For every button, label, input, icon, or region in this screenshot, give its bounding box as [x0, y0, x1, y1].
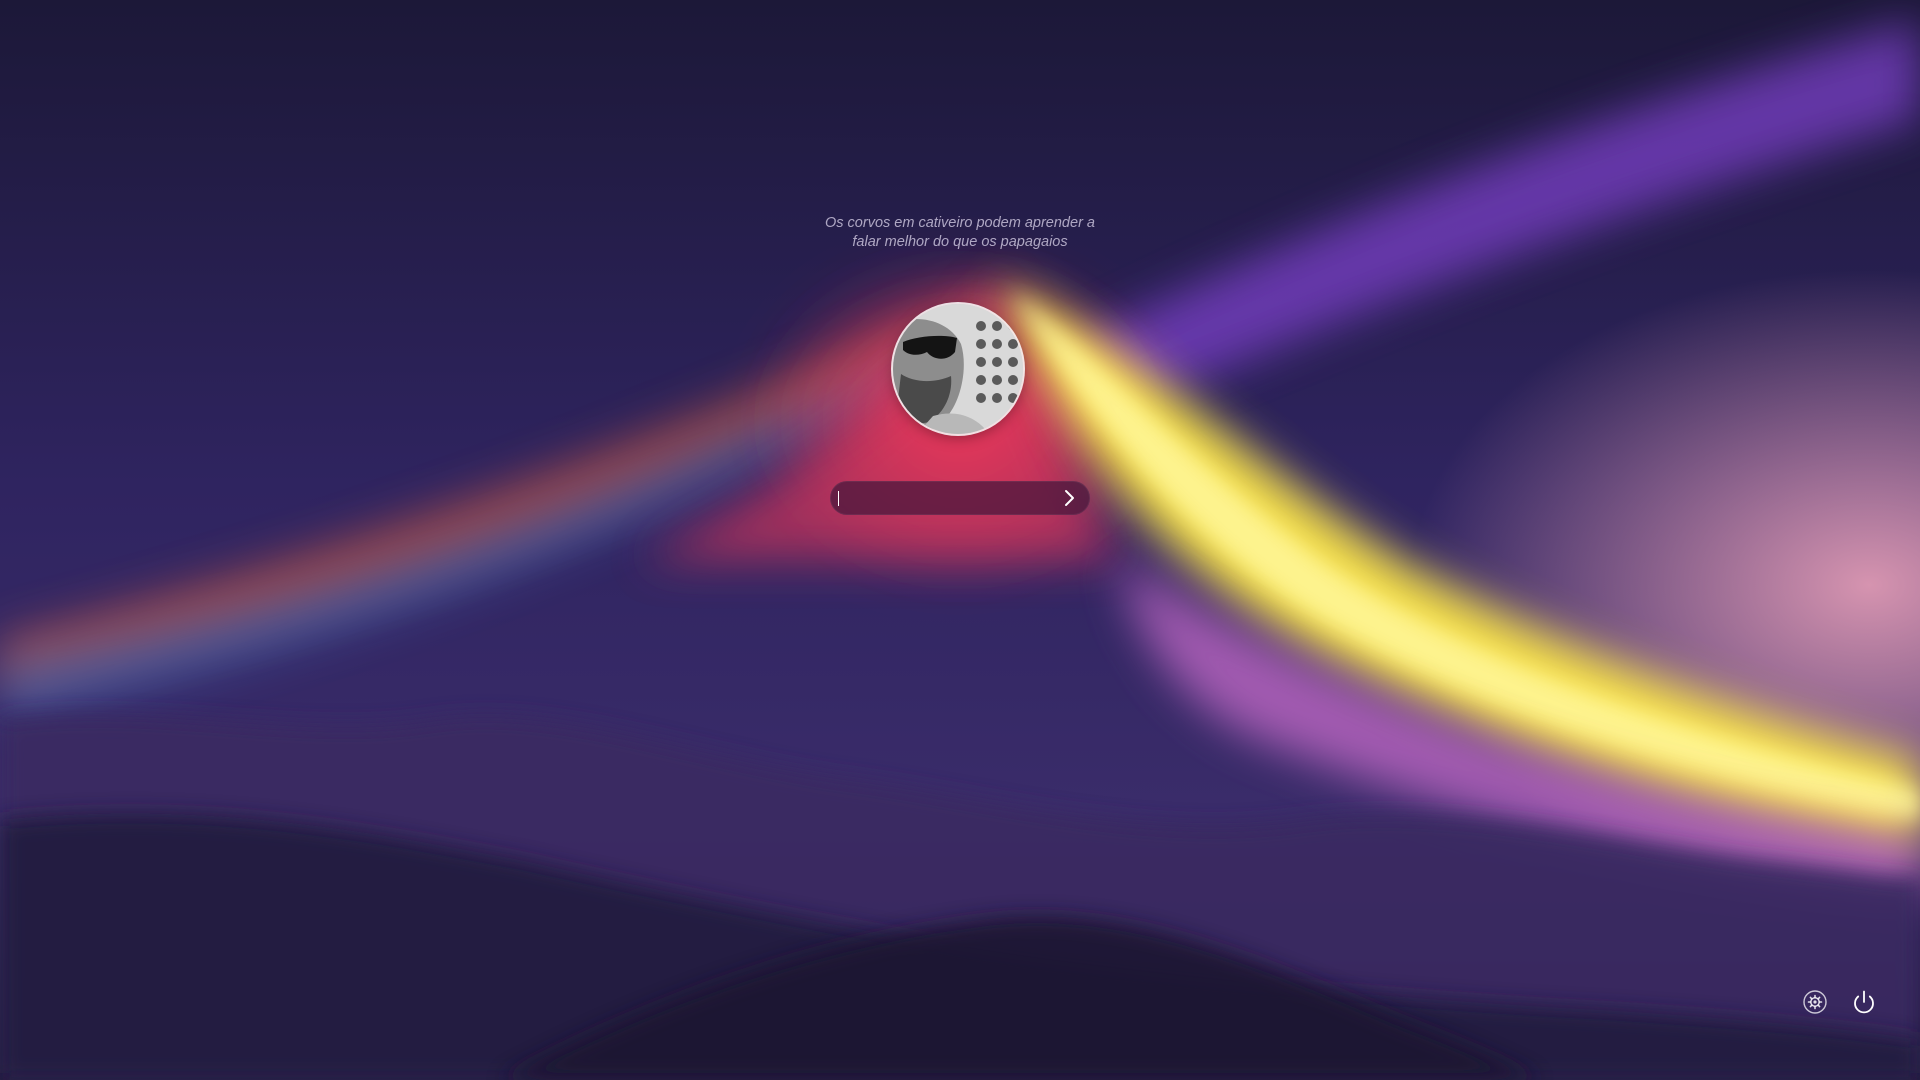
quote-line-2: falar melhor do que os papagaios — [852, 234, 1068, 250]
lock-screen: Os corvos em cativeiro podem aprender a … — [0, 0, 1920, 1080]
power-icon — [1854, 990, 1874, 1014]
settings-button[interactable] — [1800, 987, 1830, 1017]
user-avatar — [893, 304, 1023, 434]
quote-line-1: Os corvos em cativeiro podem aprender a — [825, 215, 1095, 231]
avatar-photo — [893, 304, 1023, 434]
text-caret — [838, 491, 839, 506]
password-field-container — [830, 481, 1090, 515]
password-input[interactable] — [838, 481, 1038, 515]
chevron-right-icon — [1065, 490, 1074, 506]
submit-button[interactable] — [1054, 483, 1084, 513]
wallpaper — [0, 0, 1920, 1080]
power-button[interactable] — [1849, 987, 1879, 1017]
gear-icon — [1803, 990, 1827, 1014]
quote-text: Os corvos em cativeiro podem aprender a … — [760, 214, 1160, 252]
